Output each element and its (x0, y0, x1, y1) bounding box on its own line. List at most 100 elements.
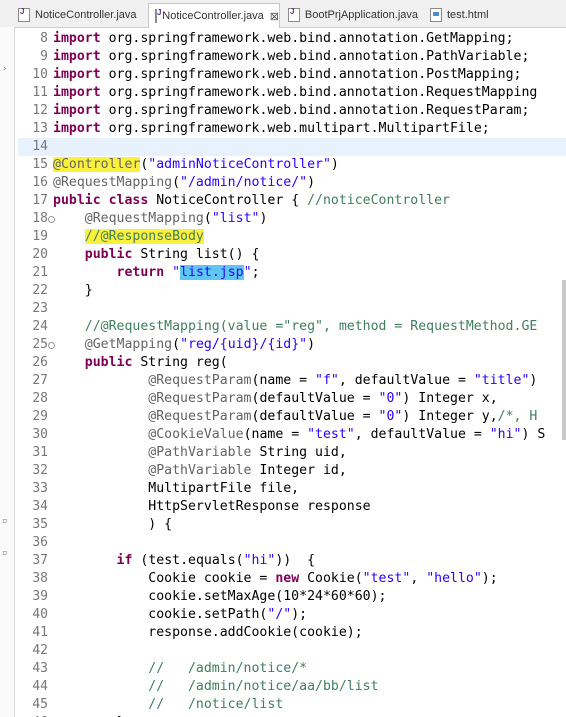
code-line[interactable]: 34 HttpServletResponse response (18, 498, 566, 516)
code-line[interactable]: 26 public String reg( (18, 354, 566, 372)
code-line[interactable]: 38 Cookie cookie = new Cookie("test", "h… (18, 570, 566, 588)
code-token: import (53, 49, 101, 64)
code-editor[interactable]: 8 import org.springframework.web.bind.ann… (18, 27, 566, 717)
line-number: 14 (32, 139, 48, 154)
tab-notice-controller-2[interactable]: NoticeController.java ⊠ (148, 3, 280, 28)
code-line[interactable]: 24 //@RequestMapping(value ="reg", metho… (18, 318, 566, 336)
code-token: org.springframework.web.bind.annotation.… (108, 85, 538, 100)
line-number: 21 (32, 265, 48, 280)
code-line[interactable]: 18 @RequestMapping("list") (18, 210, 566, 228)
code-line[interactable]: 43 // /admin/notice/* (18, 660, 566, 678)
code-token: cookie.setPath( (53, 607, 268, 622)
code-line[interactable]: 12 import org.springframework.web.bind.an… (18, 102, 566, 120)
code-token: /*, H (497, 409, 538, 424)
code-token: return (116, 265, 165, 280)
code-line[interactable]: 14 (18, 138, 566, 156)
code-line[interactable]: 40 cookie.setPath("/"); (18, 606, 566, 624)
code-line[interactable]: 39 cookie.setMaxAge(10*24*60*60); (18, 588, 566, 606)
code-line[interactable]: 16 @RequestMapping("/admin/notice/") (18, 174, 566, 192)
java-file-icon (288, 7, 300, 22)
code-text: @Controller("adminNoticeController") (53, 156, 339, 174)
line-number: 23 (32, 301, 48, 316)
code-line[interactable]: 13 import org.springframework.web.multipa… (18, 120, 566, 138)
line-number: 28 (32, 391, 48, 406)
code-line[interactable]: 22 } (18, 282, 566, 300)
code-token: new (275, 571, 300, 586)
code-text: return "list.jsp"; (53, 264, 260, 282)
code-line[interactable]: 11 import org.springframework.web.bind.an… (18, 84, 566, 102)
code-line[interactable]: 37 if (test.equals("hi")) { (18, 552, 566, 570)
code-line[interactable]: 10 import org.springframework.web.bind.an… (18, 66, 566, 84)
code-token: import (53, 67, 101, 82)
line-number: 25 (32, 337, 48, 352)
code-line[interactable]: 45 // /notice/list (18, 696, 566, 714)
code-token: "/" (267, 607, 292, 622)
tab-label: test.html (447, 9, 489, 21)
code-text: cookie.setMaxAge(10*24*60*60); (53, 588, 386, 606)
close-icon[interactable]: ⊠ (270, 10, 279, 23)
line-number: 37 (32, 553, 48, 568)
tab-test-html[interactable]: test.html (424, 5, 514, 25)
code-token: "/admin/notice/" (180, 175, 308, 190)
tab-bootprj-application[interactable]: BootPrjApplication.java (282, 5, 418, 25)
scrollbar[interactable] (562, 280, 566, 440)
code-token: ) (307, 175, 316, 190)
arrow-icon: › (2, 64, 8, 74)
code-line[interactable]: 28 @RequestParam(defaultValue = "0") Int… (18, 390, 566, 408)
line-number: 34 (32, 499, 48, 514)
code-token: NoticeController { (148, 193, 308, 208)
line-number: 9 (40, 49, 48, 64)
line-number: 26 (32, 355, 48, 370)
code-line[interactable]: 36 (18, 534, 566, 552)
code-token: , defaultValue = (338, 373, 474, 388)
code-line[interactable]: 8 import org.springframework.web.bind.ann… (18, 30, 566, 48)
code-token: "test" (362, 571, 411, 586)
code-token: (defaultValue = (251, 391, 379, 406)
code-line[interactable]: 17 public class NoticeController { //noti… (18, 192, 566, 210)
code-line[interactable]: 42 (18, 642, 566, 660)
code-text: // /notice/list (53, 696, 283, 714)
line-number: 15 (32, 157, 48, 172)
code-line[interactable]: 9 import org.springframework.web.bind.ann… (18, 48, 566, 66)
line-number: 43 (32, 661, 48, 676)
code-line[interactable]: 20 public String list() { (18, 246, 566, 264)
code-token: @RequestParam (148, 391, 252, 406)
code-line[interactable]: 25 @GetMapping("reg/{uid}/{id}") (18, 336, 566, 354)
code-line[interactable]: 30 @CookieValue(name = "test", defaultVa… (18, 426, 566, 444)
code-text: // /admin/notice/* (53, 660, 307, 678)
code-line[interactable]: 29 @RequestParam(defaultValue = "0") Int… (18, 408, 566, 426)
code-token: @Controller (53, 157, 141, 172)
code-line[interactable]: 19 //@ResponseBody (18, 228, 566, 246)
line-number: 44 (32, 679, 48, 694)
code-token: (name = (243, 427, 308, 442)
code-token: ); (481, 571, 498, 586)
code-line[interactable]: 21 return "list.jsp"; (18, 264, 566, 282)
code-text: } (53, 282, 93, 300)
tab-label: BootPrjApplication.java (304, 9, 418, 21)
code-token: (name = (251, 373, 316, 388)
code-line[interactable]: 31 @PathVariable String uid, (18, 444, 566, 462)
code-line[interactable]: 27 @RequestParam(name = "f", defaultValu… (18, 372, 566, 390)
code-token: org.springframework.web.bind.annotation.… (108, 31, 514, 46)
code-token: ) (259, 211, 268, 226)
line-number: 41 (32, 625, 48, 640)
code-text: public class NoticeController { //notice… (53, 192, 450, 210)
tab-notice-controller-1[interactable]: NoticeController.java (12, 5, 140, 25)
code-line[interactable]: 23 (18, 300, 566, 318)
code-token: ; (251, 265, 260, 280)
code-line[interactable]: 44 // /admin/notice/aa/bb/list (18, 678, 566, 696)
code-text: MultipartFile file, (53, 480, 299, 498)
code-line[interactable]: 41 response.addCookie(cookie); (18, 624, 566, 642)
code-line[interactable]: 35 ) { (18, 516, 566, 534)
code-token: } (53, 283, 93, 298)
code-token: ) S (521, 427, 546, 442)
line-number: 18 (32, 211, 48, 226)
code-line[interactable]: 15 @Controller("adminNoticeController") (18, 156, 566, 174)
code-line[interactable]: 32 @PathVariable Integer id, (18, 462, 566, 480)
code-line[interactable]: 33 MultipartFile file, (18, 480, 566, 498)
